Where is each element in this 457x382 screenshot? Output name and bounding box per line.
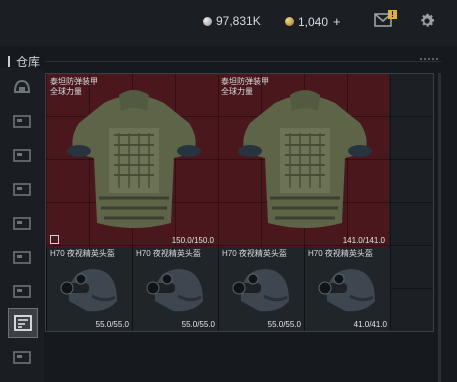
body-armor-image (238, 90, 372, 228)
armor-item-1[interactable]: 泰坦防弹装甲 全球力量 150.0/150.0 (47, 75, 217, 247)
helmet-durability: 55.0/55.0 (95, 320, 129, 329)
night-vision-helmet-image (232, 269, 289, 312)
lock-icon (50, 235, 59, 244)
sidebar-item-category-2[interactable] (8, 108, 36, 134)
gold-amount: 1,040 (298, 14, 329, 29)
header-dots (420, 58, 438, 60)
helmet-durability: 55.0/55.0 (181, 320, 215, 329)
box-category-icon (13, 183, 31, 196)
helmet-item-4[interactable]: H70 夜视精英头盔 41.0/41.0 (305, 247, 391, 331)
title-accent-bar (8, 56, 10, 67)
gear-crate-icon (14, 315, 32, 331)
box-category-icon (13, 217, 31, 230)
header-divider (45, 61, 441, 62)
night-vision-helmet-image (60, 269, 117, 312)
box-category-icon (13, 251, 31, 264)
sidebar-item-category-6[interactable] (8, 244, 36, 270)
sidebar-item-category-9[interactable] (8, 344, 36, 370)
armor-durability: 141.0/141.0 (342, 236, 385, 245)
helmet-name: H70 夜视精英头盔 (308, 249, 373, 258)
helmet-item-1[interactable]: H70 夜视精英头盔 55.0/55.0 (47, 247, 133, 331)
category-sidebar (0, 68, 44, 382)
helmet-durability: 41.0/41.0 (353, 320, 387, 329)
body-armor-image (67, 90, 201, 228)
helmet-name: H70 夜视精英头盔 (222, 249, 287, 258)
box-category-icon (13, 149, 31, 162)
helmet-name: H70 夜视精英头盔 (136, 249, 201, 258)
sidebar-item-category-3[interactable] (8, 142, 36, 168)
gold-coin-icon (285, 17, 294, 26)
helmet-item-2[interactable]: H70 夜视精英头盔 55.0/55.0 (133, 247, 219, 331)
night-vision-helmet-image (146, 269, 203, 312)
mail-notification-badge: ! (388, 10, 397, 19)
helmet-durability: 55.0/55.0 (267, 320, 301, 329)
helmet-item-3[interactable]: H70 夜视精英头盔 55.0/55.0 (219, 247, 305, 331)
helmet-slot-icon (13, 79, 31, 93)
sidebar-item-category-4[interactable] (8, 176, 36, 202)
top-bar: 97,831K 1,040 + ! (0, 0, 457, 46)
box-category-icon (13, 115, 31, 128)
inventory-scrollbar[interactable] (438, 73, 441, 382)
armor-durability: 150.0/150.0 (171, 236, 214, 245)
settings-gear-icon[interactable] (418, 12, 436, 30)
sidebar-item-gear-active[interactable] (8, 308, 38, 338)
sidebar-item-category-7[interactable] (8, 278, 36, 304)
sidebar-item-helmet[interactable] (8, 74, 36, 100)
silver-amount: 97,831K (216, 14, 261, 28)
inventory-grid: 泰坦防弹装甲 全球力量 150.0/150.0 泰坦防弹装甲 全球力量 141.… (45, 73, 434, 332)
armor-item-2[interactable]: 泰坦防弹装甲 全球力量 141.0/141.0 (218, 75, 388, 247)
box-category-icon (13, 285, 31, 298)
empty-slot-column (389, 74, 433, 331)
sidebar-item-category-5[interactable] (8, 210, 36, 236)
night-vision-helmet-image (318, 269, 375, 312)
helmet-name: H70 夜视精英头盔 (50, 249, 115, 258)
silver-currency: 97,831K (203, 14, 261, 28)
add-gold-button[interactable]: + (333, 14, 341, 29)
gold-currency: 1,040 + (285, 14, 341, 29)
box-category-icon (13, 351, 31, 364)
silver-coin-icon (203, 16, 212, 26)
